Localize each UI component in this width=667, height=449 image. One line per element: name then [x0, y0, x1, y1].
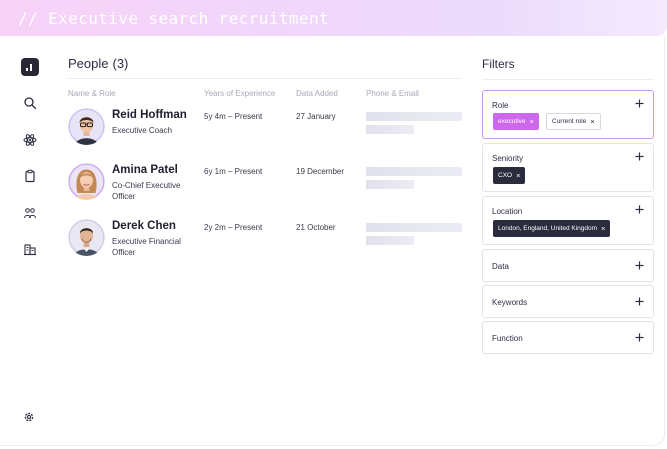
experience-value: 2y 2m – Present: [204, 223, 263, 232]
gear-icon[interactable]: [23, 411, 35, 423]
people-title-label: People: [68, 56, 109, 71]
filter-function-label: Function: [492, 334, 523, 343]
filter-location[interactable]: Location London, England, United Kingdom…: [482, 196, 654, 245]
filter-location-label: Location: [492, 207, 523, 216]
person-role: Executive Coach: [112, 126, 173, 135]
filter-chip-location[interactable]: London, England, United Kingdom ×: [493, 220, 611, 237]
analytics-icon[interactable]: [21, 58, 39, 76]
plus-icon[interactable]: [635, 205, 644, 214]
filter-keywords-label: Keywords: [492, 298, 528, 307]
plus-icon[interactable]: [635, 297, 644, 306]
filters-title: Filters: [482, 57, 515, 71]
clipboard-icon[interactable]: [21, 167, 39, 185]
column-header-experience[interactable]: Years of Experience: [204, 89, 275, 98]
plus-icon[interactable]: [635, 99, 644, 108]
chip-label: executive: [498, 118, 526, 125]
filter-data[interactable]: Data: [482, 249, 654, 282]
date-added-value: 19 December: [296, 167, 345, 176]
filter-keywords[interactable]: Keywords: [482, 285, 654, 318]
atom-icon[interactable]: [21, 131, 39, 149]
avatar: [68, 108, 105, 145]
filter-chip-executive[interactable]: executive ×: [493, 113, 539, 130]
filter-function[interactable]: Function: [482, 321, 654, 354]
date-added-value: 21 October: [296, 223, 336, 232]
chip-label: Current role: [552, 118, 587, 125]
date-added-value: 27 January: [296, 112, 336, 121]
people-title: People (3): [68, 56, 128, 71]
close-icon[interactable]: ×: [590, 118, 594, 126]
close-icon[interactable]: ×: [601, 225, 605, 233]
plus-icon[interactable]: [635, 333, 644, 342]
search-icon[interactable]: [21, 94, 39, 112]
column-header-contact[interactable]: Phone & Email: [366, 89, 419, 98]
person-name[interactable]: Reid Hoffman: [112, 109, 187, 121]
avatar: [68, 219, 105, 256]
table-row[interactable]: Derek Chen Executive Financial Officer 2…: [68, 219, 468, 267]
experience-value: 5y 4m – Present: [204, 112, 263, 121]
plus-icon[interactable]: [635, 261, 644, 270]
phone-placeholder: [366, 223, 462, 232]
table-row[interactable]: Amina Patel Co-Chief Executive Officer 6…: [68, 163, 468, 211]
close-icon[interactable]: ×: [529, 118, 533, 126]
email-placeholder: [366, 236, 414, 245]
experience-value: 6y 1m – Present: [204, 167, 263, 176]
person-role: Executive Financial Officer: [112, 237, 181, 257]
chip-label: CXO: [498, 172, 513, 179]
filter-data-label: Data: [492, 262, 509, 271]
email-placeholder: [366, 180, 414, 189]
banner-title: // Executive search recruitment: [18, 9, 330, 28]
filter-chip-cxo[interactable]: CXO ×: [493, 167, 526, 184]
filter-chip-current-role[interactable]: Current role ×: [546, 113, 601, 130]
buildings-icon[interactable]: [21, 240, 39, 258]
column-header-name-role[interactable]: Name & Role: [68, 89, 116, 98]
person-name[interactable]: Derek Chen: [112, 220, 176, 232]
filter-seniority[interactable]: Seniority CXO ×: [482, 143, 654, 192]
close-icon[interactable]: ×: [516, 172, 520, 180]
filter-seniority-label: Seniority: [492, 154, 524, 163]
chip-label: London, England, United Kingdom: [498, 225, 598, 232]
filters-divider: [482, 79, 654, 80]
people-divider: [68, 78, 462, 79]
avatar: [68, 163, 105, 200]
phone-placeholder: [366, 112, 462, 121]
person-name[interactable]: Amina Patel: [112, 164, 178, 176]
phone-placeholder: [366, 167, 462, 176]
people-icon[interactable]: [21, 204, 39, 222]
header-banner: // Executive search recruitment: [0, 0, 667, 36]
plus-icon[interactable]: [635, 152, 644, 161]
person-role: Co-Chief Executive Officer: [112, 181, 181, 201]
people-count: (3): [112, 56, 129, 71]
filter-role[interactable]: Role executive × Current role ×: [482, 90, 654, 139]
column-header-date-added[interactable]: Data Added: [296, 89, 338, 98]
table-row[interactable]: Reid Hoffman Executive Coach 5y 4m – Pre…: [68, 108, 468, 156]
email-placeholder: [366, 125, 414, 134]
filter-role-label: Role: [492, 101, 509, 110]
